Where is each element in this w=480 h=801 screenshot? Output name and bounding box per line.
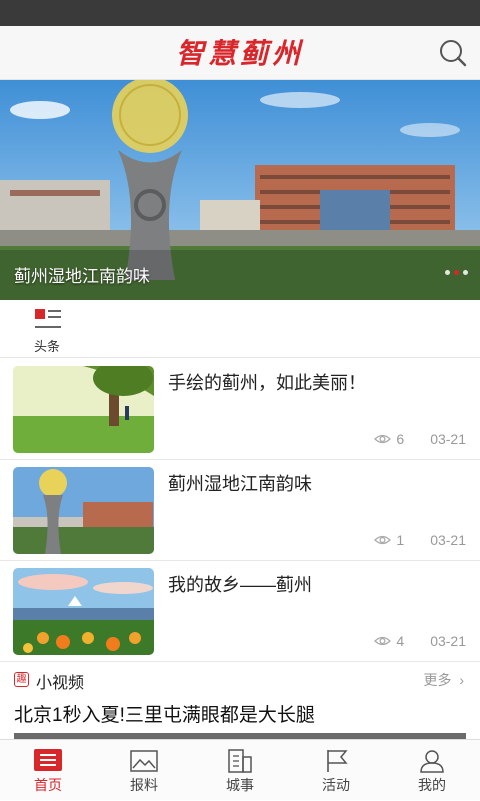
app-header: 智慧蓟州 [0, 26, 480, 80]
nav-label: 首页 [34, 777, 62, 793]
view-count: 4 [396, 633, 405, 649]
news-date: 03-21 [430, 633, 466, 649]
nav-label: 报料 [130, 777, 158, 793]
nav-report[interactable]: 报料 [96, 740, 192, 801]
user-icon [420, 750, 444, 773]
more-label: 更多 [423, 672, 452, 688]
nav-home[interactable]: 首页 [0, 740, 96, 801]
nav-city-news[interactable]: 城事 [192, 740, 288, 801]
app-logo: 智慧蓟州 [175, 37, 304, 70]
news-item[interactable]: 手绘的蓟州，如此美丽！ 6 03-21 [0, 359, 480, 460]
view-count: 6 [396, 431, 405, 447]
eye-icon [374, 636, 392, 646]
tab-headlines[interactable]: 头条 [34, 336, 60, 355]
carousel-dot[interactable] [445, 270, 450, 275]
news-thumbnail [13, 366, 154, 453]
video-title[interactable]: 北京1秒入夏!三里屯满眼都是大长腿 [14, 700, 315, 727]
nav-label: 城事 [226, 777, 254, 793]
nav-label: 我的 [418, 777, 446, 793]
carousel-dot[interactable] [463, 270, 468, 275]
news-thumbnail [13, 467, 154, 554]
image-report-icon [130, 750, 158, 772]
banner-caption[interactable]: 蓟州湿地江南韵味 [14, 262, 150, 287]
nav-label: 活动 [322, 777, 350, 793]
city-news-icon [228, 749, 252, 773]
search-icon [440, 40, 467, 67]
video-section-header: 趣 小视频 更多 › [0, 663, 480, 697]
view-count: 1 [396, 532, 405, 548]
search-button[interactable] [436, 36, 470, 70]
bottom-nav: 首页 报料 城事 活动 我的 [0, 739, 480, 800]
carousel-indicator [445, 270, 468, 275]
carousel-dot-active[interactable] [454, 270, 459, 275]
nav-profile[interactable]: 我的 [384, 740, 480, 801]
news-title[interactable]: 手绘的蓟州，如此美丽！ [168, 369, 366, 395]
flag-icon [327, 750, 348, 772]
nav-activity[interactable]: 活动 [288, 740, 384, 801]
news-date: 03-21 [430, 532, 466, 548]
status-bar [0, 0, 480, 26]
home-icon [34, 749, 62, 771]
more-link[interactable]: 更多 › [424, 670, 464, 690]
news-meta: 6 03-21 [374, 431, 466, 447]
headline-icon [35, 309, 61, 328]
news-meta: 4 03-21 [374, 633, 466, 649]
news-item[interactable]: 蓟州湿地江南韵味 1 03-21 [0, 460, 480, 561]
chevron-right-icon: › [455, 672, 464, 688]
news-item[interactable]: 我的故乡——蓟州 4 03-21 [0, 561, 480, 662]
eye-icon [374, 434, 392, 444]
news-title[interactable]: 蓟州湿地江南韵味 [168, 470, 312, 496]
news-date: 03-21 [430, 431, 466, 447]
section-tab-row: 头条 [0, 300, 480, 358]
video-badge-icon: 趣 [14, 672, 29, 687]
video-section-title: 小视频 [36, 675, 85, 692]
news-title[interactable]: 我的故乡——蓟州 [168, 571, 312, 597]
news-thumbnail [13, 568, 154, 655]
news-meta: 1 03-21 [374, 532, 466, 548]
eye-icon [374, 535, 392, 545]
banner-carousel[interactable]: 蓟州湿地江南韵味 [0, 80, 480, 300]
